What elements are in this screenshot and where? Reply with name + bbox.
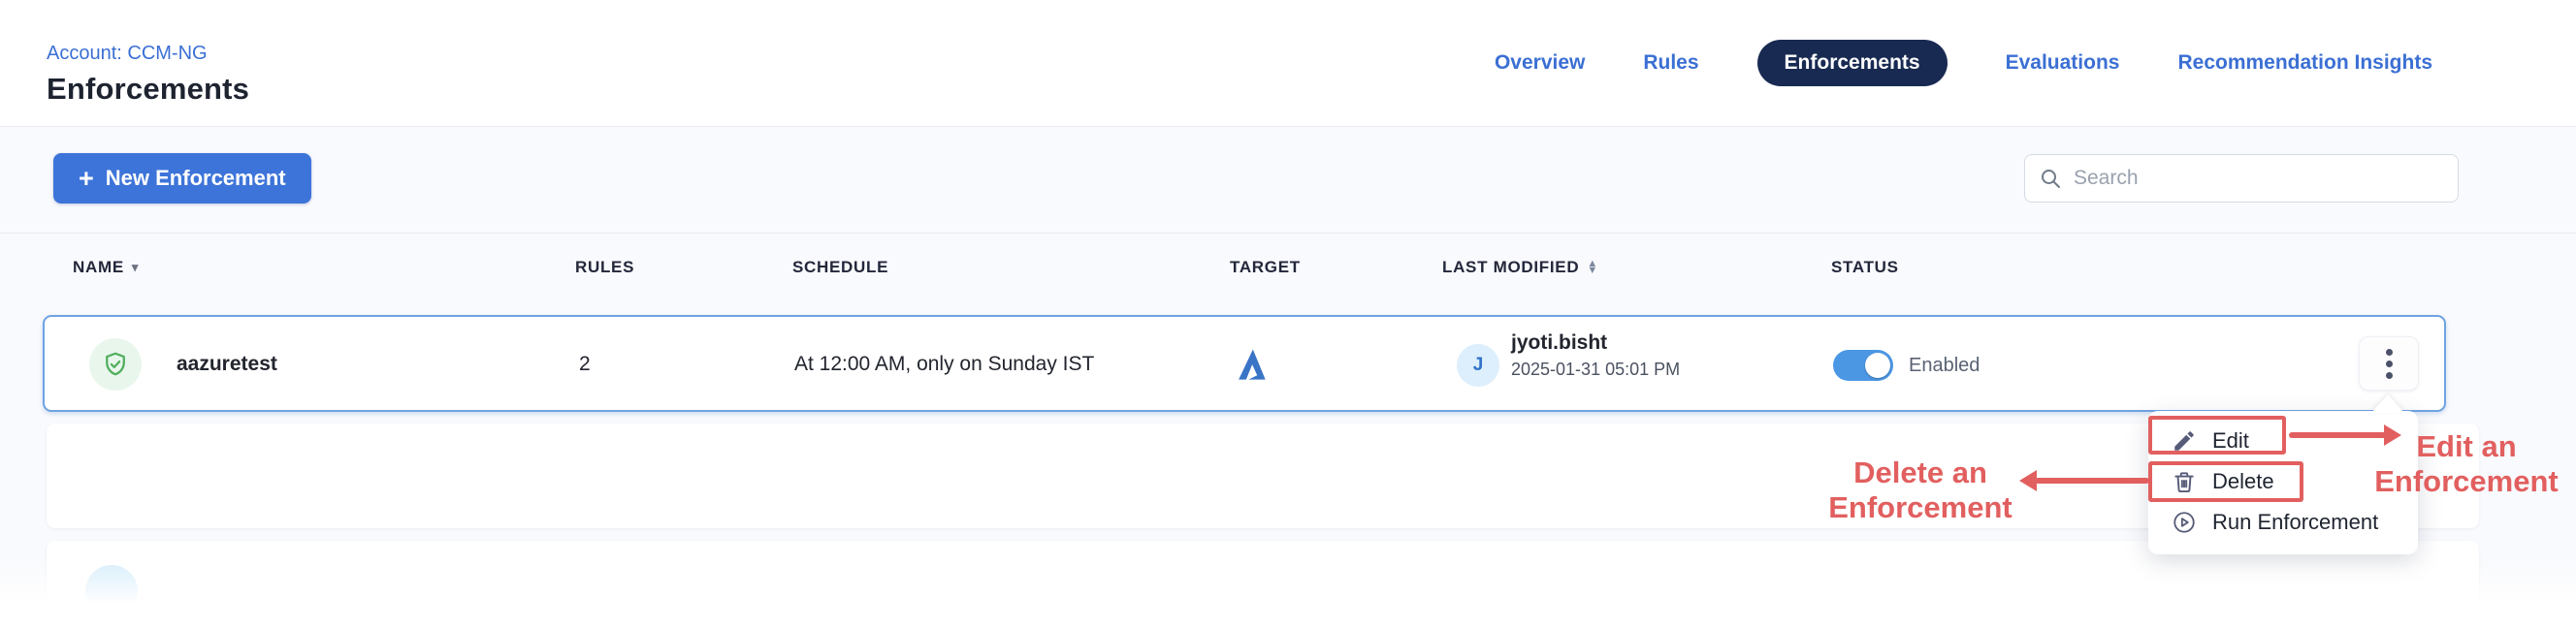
tab-evaluations[interactable]: Evaluations	[2006, 51, 2120, 75]
menu-item-label: Edit	[2212, 428, 2249, 454]
menu-item-label: Delete	[2212, 469, 2274, 494]
search-input[interactable]	[2074, 167, 2444, 190]
column-label: LAST MODIFIED	[1442, 258, 1579, 277]
modified-at: 2025-01-31 05:01 PM	[1511, 360, 1680, 380]
nav-tabs: Overview Rules Enforcements Evaluations …	[1495, 0, 2432, 126]
search-box	[2024, 154, 2459, 203]
plus-icon: +	[79, 166, 94, 192]
column-label: RULES	[575, 258, 634, 277]
sort-both-icon: ▲▼	[1587, 261, 1598, 274]
column-header-name[interactable]: NAME ▾	[73, 258, 139, 277]
tab-overview[interactable]: Overview	[1495, 51, 1585, 75]
table-row[interactable]	[47, 541, 2479, 628]
table-row[interactable]	[47, 424, 2479, 528]
column-label: TARGET	[1230, 258, 1301, 277]
column-header-rules: RULES	[575, 258, 634, 277]
kebab-icon	[2386, 349, 2393, 356]
column-header-schedule: SCHEDULE	[792, 258, 888, 277]
column-label: SCHEDULE	[792, 258, 888, 277]
row-actions-menu-button[interactable]	[2359, 336, 2419, 391]
column-label: STATUS	[1831, 258, 1899, 277]
status-label: Enabled	[1909, 355, 1980, 377]
column-header-status: STATUS	[1831, 258, 1899, 277]
delete-arrow-line	[2035, 478, 2149, 484]
new-enforcement-label: New Enforcement	[106, 166, 286, 191]
schedule-text: At 12:00 AM, only on Sunday IST	[794, 353, 1094, 376]
tab-rules[interactable]: Rules	[1643, 51, 1698, 75]
status-toggle[interactable]	[1833, 350, 1893, 381]
column-header-target: TARGET	[1230, 258, 1301, 277]
table-header: NAME ▾ RULES SCHEDULE TARGET LAST MODIFI…	[0, 258, 2576, 291]
page-title: Enforcements	[47, 72, 249, 107]
modified-by: jyoti.bisht	[1511, 331, 1607, 355]
page-header: Account: CCM-NG Enforcements Overview Ru…	[0, 0, 2576, 126]
azure-icon	[1230, 344, 1272, 392]
shield-check-icon	[101, 350, 130, 379]
edit-annotation: Edit an Enforcement	[2360, 429, 2573, 498]
search-icon	[2039, 167, 2062, 190]
menu-item-run-enforcement[interactable]: Run Enforcement	[2148, 502, 2418, 543]
column-header-last-modified[interactable]: LAST MODIFIED ▲▼	[1442, 258, 1598, 277]
rules-count: 2	[579, 353, 591, 376]
breadcrumb[interactable]: Account: CCM-NG	[47, 43, 208, 65]
delete-annotation: Delete an Enforcement	[1804, 455, 2037, 524]
tab-enforcements[interactable]: Enforcements	[1757, 40, 1948, 86]
table-row[interactable]: aazuretest 2 At 12:00 AM, only on Sunday…	[43, 315, 2446, 412]
toggle-knob	[1865, 353, 1890, 378]
enforcement-name: aazuretest	[177, 353, 277, 376]
toolbar-divider	[0, 233, 2576, 234]
row-icon-circle	[85, 565, 138, 617]
enforcement-icon-circle	[89, 338, 142, 391]
tab-recommendation-insights[interactable]: Recommendation Insights	[2177, 51, 2432, 75]
pencil-icon	[2172, 428, 2197, 454]
trash-icon	[2172, 469, 2197, 494]
avatar: J	[1457, 344, 1499, 387]
menu-item-label: Run Enforcement	[2212, 510, 2378, 535]
sort-down-icon: ▾	[132, 260, 139, 275]
menu-caret	[2371, 394, 2404, 413]
enforcements-page: Account: CCM-NG Enforcements Overview Ru…	[0, 0, 2576, 628]
new-enforcement-button[interactable]: + New Enforcement	[53, 153, 311, 204]
play-circle-icon	[2172, 510, 2197, 535]
column-label: NAME	[73, 258, 124, 277]
